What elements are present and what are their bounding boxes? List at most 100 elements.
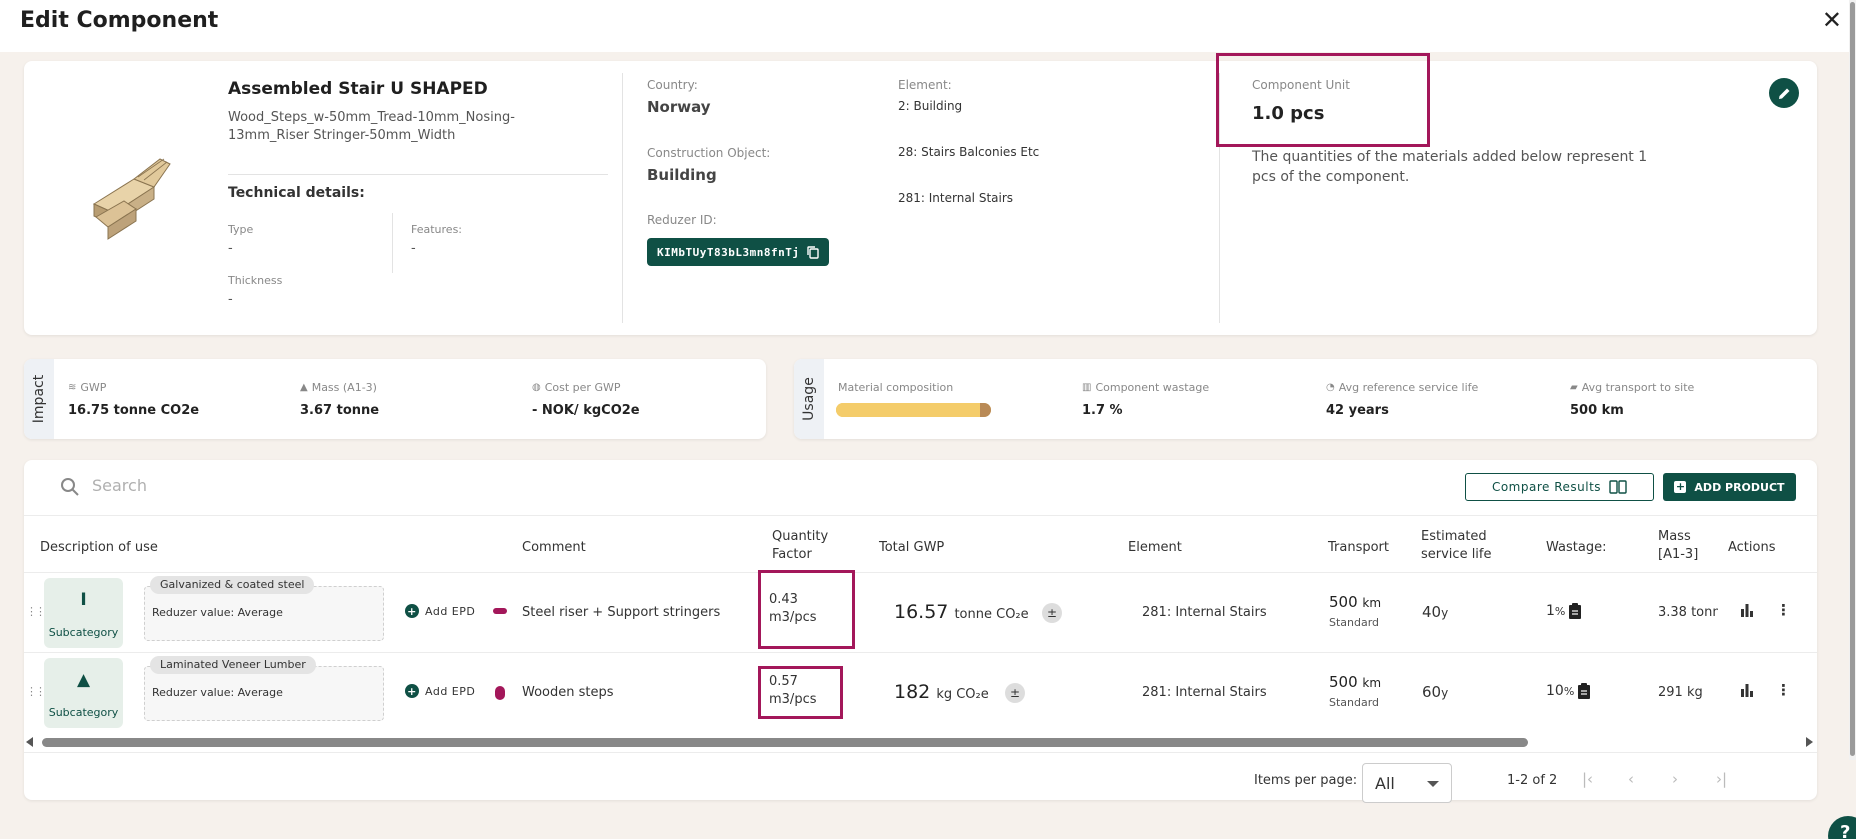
header-wastage[interactable]: Wastage: bbox=[1546, 539, 1606, 557]
header-mass-line2: [A1-3] bbox=[1658, 547, 1699, 562]
plus-minus-icon[interactable]: ± bbox=[1005, 683, 1025, 703]
service-life-cell[interactable]: 40y bbox=[1422, 603, 1448, 621]
impact-card: Impact ≋ GWP 16.75 tonne CO2e ▲ Mass (A1… bbox=[24, 359, 766, 439]
more-options-icon[interactable]: ⋮ bbox=[1776, 601, 1791, 619]
wastage-label: ▥ Component wastage bbox=[1082, 381, 1209, 394]
header-total-gwp[interactable]: Total GWP bbox=[879, 539, 944, 557]
divider bbox=[228, 174, 608, 175]
gwp-number: 182 bbox=[894, 681, 931, 703]
impact-tab: Impact bbox=[24, 359, 54, 439]
gwp-unit: tonne CO₂e bbox=[954, 607, 1029, 622]
element-value-2: 28: Stairs Balconies Etc bbox=[898, 145, 1040, 159]
header-quantity-line2: Factor bbox=[772, 547, 812, 562]
compare-results-button[interactable]: Compare Results bbox=[1465, 473, 1654, 501]
total-gwp-cell: 182 kg CO₂e bbox=[894, 681, 989, 703]
wastage-label-text: Component wastage bbox=[1095, 381, 1210, 394]
pencil-icon bbox=[1778, 88, 1789, 99]
first-page-icon[interactable]: |‹ bbox=[1582, 770, 1593, 788]
comment-cell[interactable]: Steel riser + Support stringers bbox=[522, 605, 720, 620]
table-toolbar: Compare Results + ADD PRODUCT bbox=[24, 460, 1817, 516]
component-name: Assembled Stair U SHAPED bbox=[228, 79, 488, 99]
element-value-3: 281: Internal Stairs bbox=[898, 191, 1014, 205]
transport-cell[interactable]: 500 km bbox=[1329, 673, 1381, 691]
header-comment[interactable]: Comment bbox=[522, 539, 586, 557]
mass-label: ▲ Mass (A1-3) bbox=[300, 381, 377, 394]
reduzer-id-label: Reduzer ID: bbox=[647, 213, 717, 227]
close-icon[interactable]: ✕ bbox=[1822, 6, 1842, 34]
more-options-icon[interactable]: ⋮ bbox=[1776, 681, 1791, 699]
add-epd-label: Add EPD bbox=[425, 684, 476, 698]
transport-number: 500 bbox=[1329, 593, 1358, 611]
country-value: Norway bbox=[647, 98, 711, 116]
header-service-line2: service life bbox=[1421, 547, 1492, 562]
header-mass[interactable]: Mass [A1-3] bbox=[1658, 528, 1698, 564]
last-page-icon[interactable]: ›| bbox=[1716, 770, 1727, 788]
table-row[interactable]: ⋮⋮ ▲ Subcategory Laminated Veneer Lumber… bbox=[24, 652, 1817, 732]
add-epd-button[interactable]: + Add EPD bbox=[405, 604, 475, 618]
status-dot-icon bbox=[495, 686, 505, 700]
transport-mode: Standard bbox=[1329, 696, 1380, 709]
scroll-right-icon[interactable] bbox=[1806, 737, 1813, 747]
element-cell[interactable]: 281: Internal Stairs bbox=[1142, 605, 1267, 620]
plus-minus-icon[interactable]: ± bbox=[1042, 603, 1062, 623]
gwp-label: ≋ GWP bbox=[68, 381, 106, 394]
highlight-box bbox=[1216, 53, 1430, 147]
edit-button[interactable] bbox=[1769, 78, 1799, 108]
element-cell[interactable]: 281: Internal Stairs bbox=[1142, 685, 1267, 700]
subcategory-button[interactable]: I Subcategory bbox=[44, 578, 123, 648]
transport-cell[interactable]: 500 km bbox=[1329, 593, 1381, 611]
previous-page-icon[interactable]: ‹ bbox=[1628, 770, 1634, 788]
table-row[interactable]: ⋮⋮ I Subcategory Galvanized & coated ste… bbox=[24, 570, 1817, 652]
service-life-cell[interactable]: 60y bbox=[1422, 683, 1448, 701]
trash-icon: ▥ bbox=[1082, 382, 1092, 393]
service-life-label: ◔ Avg reference service life bbox=[1326, 381, 1478, 394]
plus-circle-icon: + bbox=[405, 604, 419, 618]
drag-handle-icon[interactable]: ⋮⋮ bbox=[26, 605, 46, 618]
help-button[interactable]: ? bbox=[1828, 816, 1856, 839]
add-epd-button[interactable]: + Add EPD bbox=[405, 684, 475, 698]
quantity-factor-cell[interactable]: 0.43 m3/pcs bbox=[758, 570, 855, 649]
quantity-factor-cell[interactable]: 0.57 m3/pcs bbox=[758, 666, 843, 719]
composition-label: Material composition bbox=[838, 381, 954, 394]
reduzer-id-badge[interactable]: KIMbTUyT83bL3mn8fnTj bbox=[647, 238, 830, 266]
cost-label-text: Cost per GWP bbox=[544, 381, 621, 394]
component-description: Wood_Steps_w-50mm_Tread-10mm_Nosing-13mm… bbox=[228, 110, 515, 143]
composition-segment bbox=[980, 403, 991, 417]
header-transport[interactable]: Transport bbox=[1328, 539, 1389, 557]
header-quantity-line1: Quantity bbox=[772, 529, 829, 544]
header-actions: Actions bbox=[1728, 540, 1776, 555]
copy-icon[interactable] bbox=[807, 245, 820, 259]
horizontal-scrollbar[interactable] bbox=[24, 734, 1817, 750]
epd-value-text: Reduzer value: Average bbox=[152, 606, 283, 619]
material-composition-bar[interactable] bbox=[836, 403, 991, 417]
header-element[interactable]: Element bbox=[1128, 539, 1182, 557]
drag-handle-icon[interactable]: ⋮⋮ bbox=[26, 685, 46, 698]
bar-chart-icon[interactable] bbox=[1740, 683, 1754, 697]
scroll-left-icon[interactable] bbox=[26, 737, 33, 747]
header-quantity[interactable]: Quantity Factor bbox=[772, 528, 828, 564]
pagination-footer: Items per page: All 1-2 of 2 |‹ ‹ › ›| bbox=[24, 752, 1817, 803]
items-per-page-select[interactable]: All bbox=[1362, 763, 1452, 803]
scrollbar-thumb[interactable] bbox=[42, 738, 1528, 747]
epd-value-text: Reduzer value: Average bbox=[152, 686, 283, 699]
next-page-icon[interactable]: › bbox=[1672, 770, 1678, 788]
search-input[interactable] bbox=[92, 476, 492, 495]
header-service-life[interactable]: Estimated service life bbox=[1421, 528, 1492, 564]
subcategory-button[interactable]: ▲ Subcategory bbox=[44, 658, 123, 728]
construction-label: Construction Object: bbox=[647, 146, 771, 160]
thickness-label: Thickness bbox=[228, 274, 283, 287]
header-description[interactable]: Description of use bbox=[40, 539, 158, 557]
comment-cell[interactable]: Wooden steps bbox=[522, 685, 614, 700]
page-scrollbar-thumb[interactable] bbox=[1850, 2, 1855, 756]
wastage-cell[interactable]: 10% bbox=[1546, 683, 1591, 699]
header-mass-line1: Mass bbox=[1658, 529, 1691, 544]
pagination-range: 1-2 of 2 bbox=[1507, 773, 1558, 788]
gwp-label-text: GWP bbox=[80, 381, 107, 394]
add-product-button[interactable]: + ADD PRODUCT bbox=[1663, 473, 1796, 501]
wastage-number: 10 bbox=[1546, 683, 1564, 699]
truck-icon: ▰ bbox=[1570, 382, 1578, 393]
wastage-cell[interactable]: 1% bbox=[1546, 603, 1582, 619]
type-value: - bbox=[228, 241, 233, 256]
bar-chart-icon[interactable] bbox=[1740, 603, 1754, 617]
service-number: 60 bbox=[1422, 683, 1442, 701]
